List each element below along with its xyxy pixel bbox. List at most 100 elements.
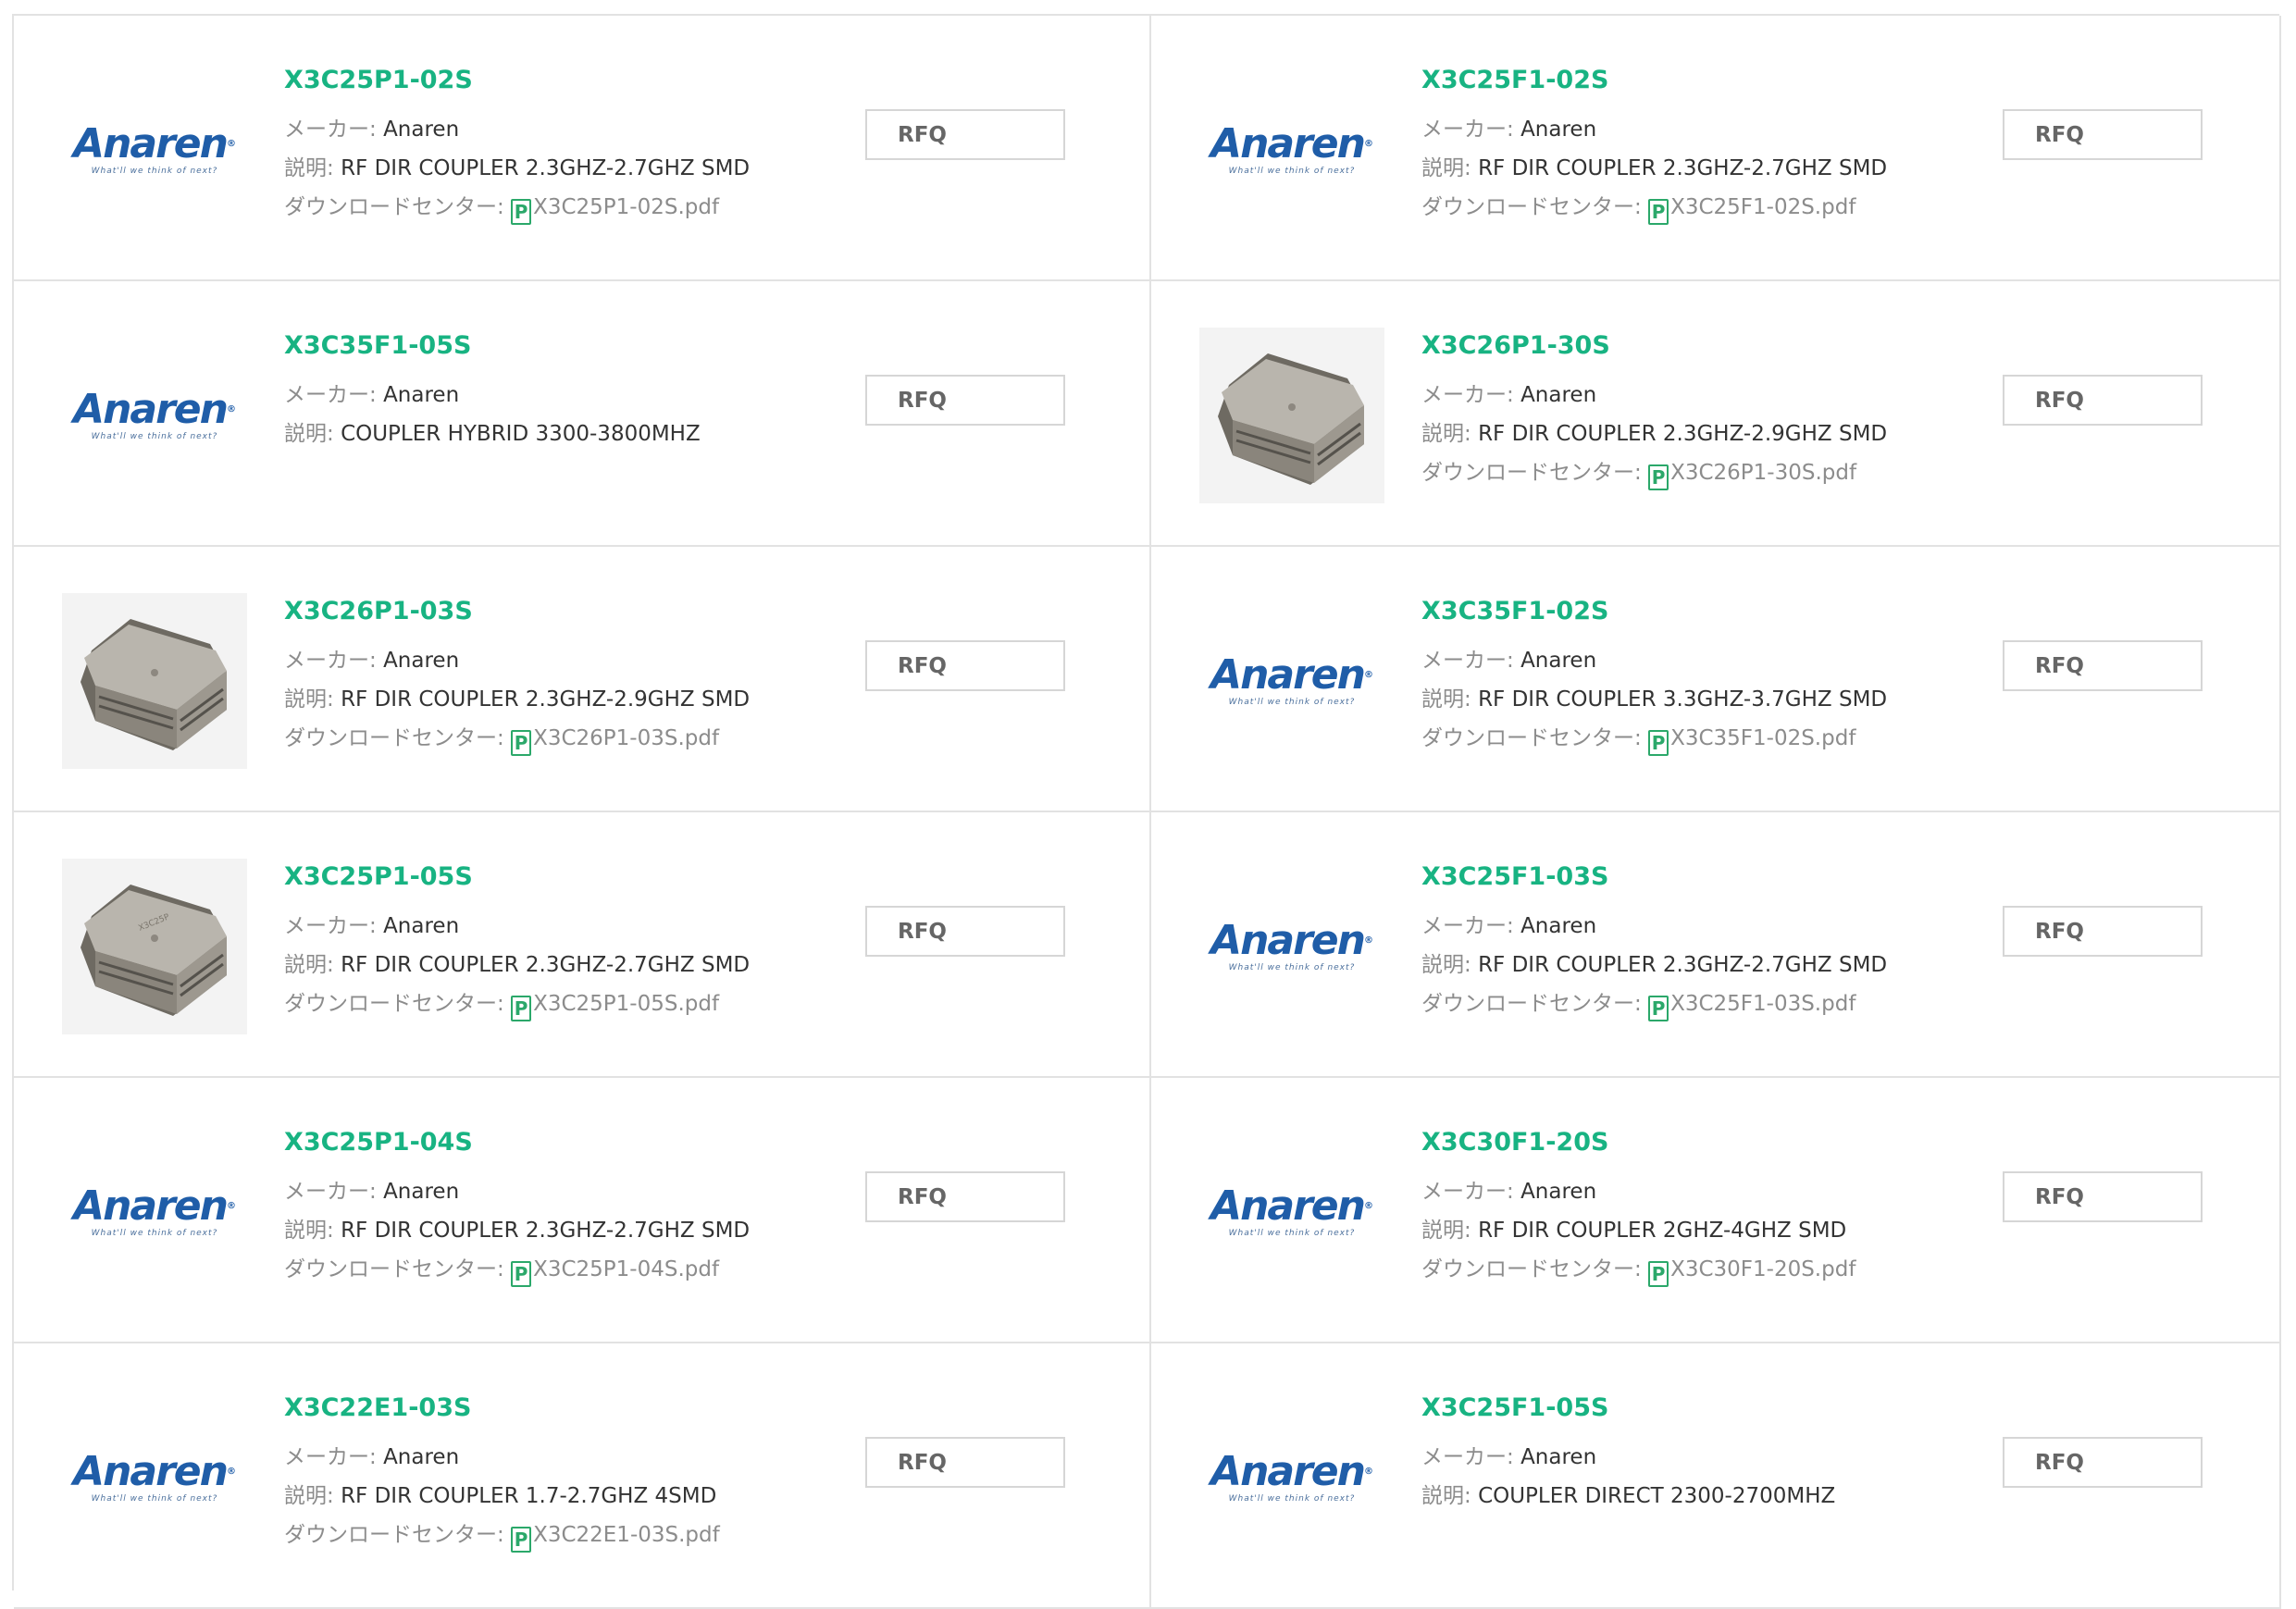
description-label: 説明: [284,1219,341,1243]
description-value: RF DIR COUPLER 2.3GHZ-2.9GHZ SMD [341,687,751,712]
product-card: Anaren® What'll we think of next? X3C25P1-… [14,1078,1151,1343]
download-row: ダウンロードセンター: P X3C26P1-03S.pdf [284,719,750,758]
part-number-link[interactable]: X3C25P1-05S [284,860,750,894]
product-thumbnail[interactable]: Anaren® What'll we think of next? [58,1117,251,1307]
rfq-button[interactable]: RFQ [865,1437,1065,1488]
maker-label: メーカー: [1421,649,1521,673]
download-label: ダウンロードセンター: [284,1523,512,1547]
maker-value: Anaren [1520,383,1597,407]
description-row: 説明: RF DIR COUPLER 2.3GHZ-2.9GHZ SMD [1421,415,1887,453]
rfq-button[interactable]: RFQ [2003,109,2203,160]
description-label: 説明: [1421,422,1479,446]
product-card: Anaren® What'll we think of next? X3C25F1-… [1151,16,2281,281]
datasheet-link[interactable]: X3C22E1-03S.pdf [533,1523,720,1547]
maker-row: メーカー: Anaren [1421,641,1887,680]
description-row: 説明: RF DIR COUPLER 3.3GHZ-3.7GHZ SMD [1421,680,1887,719]
download-label: ダウンロードセンター: [1421,726,1649,750]
part-number-link[interactable]: X3C25P1-02S [284,64,750,97]
download-label: ダウンロードセンター: [1421,992,1649,1016]
pdf-icon[interactable]: P [1648,1261,1669,1287]
datasheet-link[interactable]: X3C25P1-05S.pdf [533,992,719,1016]
product-grid: Anaren® What'll we think of next? X3C25P1-… [12,14,2281,1609]
part-number-link[interactable]: X3C26P1-30S [1421,329,1887,363]
rfq-button[interactable]: RFQ [2003,640,2203,691]
rfq-button[interactable]: RFQ [865,640,1065,691]
description-value: RF DIR COUPLER 2.3GHZ-2.7GHZ SMD [1478,953,1888,977]
maker-row: メーカー: Anaren [1421,907,1887,946]
part-number-link[interactable]: X3C22E1-03S [284,1392,720,1425]
description-value: RF DIR COUPLER 2GHZ-4GHZ SMD [1478,1219,1847,1243]
product-thumbnail[interactable]: X3C25P [58,851,251,1042]
maker-label: メーカー: [284,1180,384,1204]
description-value: RF DIR COUPLER 2.3GHZ-2.7GHZ SMD [341,156,751,180]
anaren-logo: Anaren® What'll we think of next? [1210,1182,1373,1239]
part-number-link[interactable]: X3C35F1-05S [284,329,701,363]
description-row: 説明: RF DIR COUPLER 2.3GHZ-2.7GHZ SMD [284,946,750,984]
rfq-button[interactable]: RFQ [2003,906,2203,957]
rfq-button[interactable]: RFQ [2003,1437,2203,1488]
datasheet-link[interactable]: X3C35F1-02S.pdf [1670,726,1855,750]
pdf-icon[interactable]: P [511,1527,532,1553]
product-photo[interactable] [1199,328,1384,503]
part-number-link[interactable]: X3C25F1-03S [1421,860,1887,894]
download-row: ダウンロードセンター: P X3C25F1-03S.pdf [1421,984,1887,1023]
part-number-link[interactable]: X3C25F1-02S [1421,64,1887,97]
anaren-logo: Anaren® What'll we think of next? [73,1182,236,1239]
description-label: 説明: [1421,1484,1479,1508]
product-thumbnail[interactable] [1196,320,1388,511]
datasheet-link[interactable]: X3C25F1-02S.pdf [1670,195,1855,219]
maker-value: Anaren [1520,1445,1597,1469]
pdf-icon[interactable]: P [511,996,532,1021]
product-thumbnail[interactable]: Anaren® What'll we think of next? [1196,586,1388,776]
datasheet-link[interactable]: X3C25P1-02S.pdf [533,195,719,219]
datasheet-link[interactable]: X3C25F1-03S.pdf [1670,992,1855,1016]
pdf-icon[interactable]: P [511,730,532,756]
product-thumbnail[interactable]: Anaren® What'll we think of next? [1196,1382,1388,1573]
part-number-link[interactable]: X3C26P1-03S [284,595,750,628]
maker-label: メーカー: [284,118,384,142]
product-thumbnail[interactable]: Anaren® What'll we think of next? [58,320,251,511]
product-photo[interactable]: X3C25P [62,859,247,1034]
pdf-icon[interactable]: P [1648,464,1669,490]
description-row: 説明: RF DIR COUPLER 1.7-2.7GHZ 4SMD [284,1477,720,1516]
product-thumbnail[interactable] [58,586,251,776]
product-card: X3C25P X3C25P1-05S メーカー: Anaren 説明: RF DIR … [14,812,1151,1078]
pdf-icon[interactable]: P [1648,730,1669,756]
product-thumbnail[interactable]: Anaren® What'll we think of next? [1196,55,1388,245]
datasheet-link[interactable]: X3C25P1-04S.pdf [533,1257,719,1281]
pdf-icon[interactable]: P [511,1261,532,1287]
rfq-button[interactable]: RFQ [865,109,1065,160]
product-card: X3C26P1-30S メーカー: Anaren 説明: RF DIR COUPLE… [1151,281,2281,547]
maker-value: Anaren [1520,1180,1597,1204]
description-value: RF DIR COUPLER 1.7-2.7GHZ 4SMD [341,1484,717,1508]
description-row: 説明: RF DIR COUPLER 2.3GHZ-2.9GHZ SMD [284,680,750,719]
description-row: 説明: RF DIR COUPLER 2.3GHZ-2.7GHZ SMD [284,149,750,188]
rfq-button[interactable]: RFQ [865,906,1065,957]
part-number-link[interactable]: X3C30F1-20S [1421,1126,1855,1159]
product-thumbnail[interactable]: Anaren® What'll we think of next? [1196,851,1388,1042]
download-label: ダウンロードセンター: [1421,1257,1649,1281]
pdf-icon[interactable]: P [1648,996,1669,1021]
part-number-link[interactable]: X3C25F1-05S [1421,1392,1835,1425]
download-label: ダウンロードセンター: [284,1257,512,1281]
rfq-button[interactable]: RFQ [2003,1171,2203,1222]
download-row: ダウンロードセンター: P X3C25F1-02S.pdf [1421,188,1887,227]
product-thumbnail[interactable]: Anaren® What'll we think of next? [1196,1117,1388,1307]
datasheet-link[interactable]: X3C26P1-30S.pdf [1670,461,1856,485]
product-card: Anaren® What'll we think of next? X3C30F1-… [1151,1078,2281,1343]
anaren-logo: Anaren® What'll we think of next? [73,386,236,442]
part-number-link[interactable]: X3C35F1-02S [1421,595,1887,628]
maker-row: メーカー: Anaren [1421,1438,1835,1477]
part-number-link[interactable]: X3C25P1-04S [284,1126,750,1159]
product-thumbnail[interactable]: Anaren® What'll we think of next? [58,55,251,245]
product-thumbnail[interactable]: Anaren® What'll we think of next? [58,1382,251,1573]
product-photo[interactable] [62,593,247,769]
download-row: ダウンロードセンター: P X3C22E1-03S.pdf [284,1516,720,1554]
rfq-button[interactable]: RFQ [865,1171,1065,1222]
pdf-icon[interactable]: P [511,199,532,225]
pdf-icon[interactable]: P [1648,199,1669,225]
datasheet-link[interactable]: X3C26P1-03S.pdf [533,726,719,750]
datasheet-link[interactable]: X3C30F1-20S.pdf [1670,1257,1855,1281]
rfq-button[interactable]: RFQ [865,375,1065,426]
rfq-button[interactable]: RFQ [2003,375,2203,426]
